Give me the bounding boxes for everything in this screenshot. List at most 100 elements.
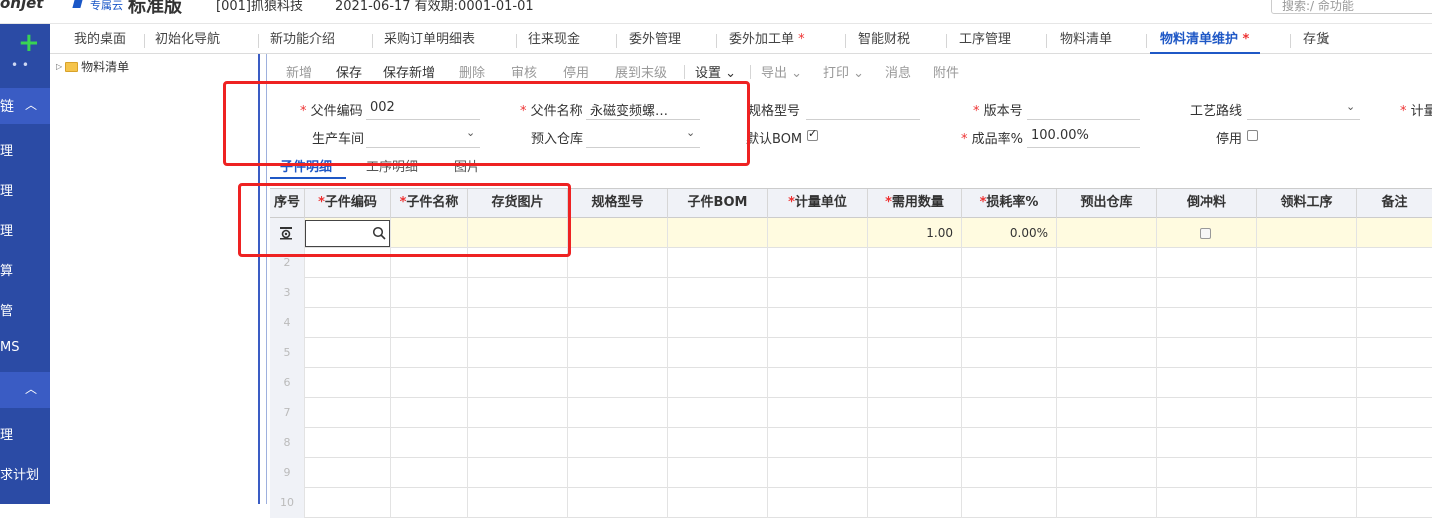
- row-settings-cell[interactable]: [270, 218, 305, 248]
- grid-cell[interactable]: [962, 338, 1057, 368]
- grid-cell[interactable]: [568, 488, 668, 518]
- tab-init-guide[interactable]: 初始化导航: [155, 24, 220, 54]
- sidebar-item[interactable]: 理: [0, 220, 13, 239]
- grid-cell[interactable]: [468, 458, 568, 488]
- grid-cell[interactable]: [1357, 488, 1432, 518]
- plus-icon[interactable]: +: [18, 30, 40, 56]
- grid-cell[interactable]: [1157, 488, 1257, 518]
- default-bom-checkbox[interactable]: [807, 127, 818, 141]
- tab-bom[interactable]: 物料清单: [1060, 24, 1112, 54]
- chevron-down-icon[interactable]: ⌄: [466, 126, 475, 139]
- tab-outsourcing-order[interactable]: 委外加工单 *: [729, 24, 805, 54]
- grid-cell[interactable]: [391, 338, 468, 368]
- sidebar-item[interactable]: 理: [0, 140, 13, 159]
- table-row[interactable]: 8: [270, 428, 1432, 458]
- disabled-checkbox[interactable]: [1247, 130, 1258, 141]
- grid-cell[interactable]: [468, 338, 568, 368]
- table-row[interactable]: 4: [270, 308, 1432, 338]
- audit-button[interactable]: 审核: [511, 62, 537, 81]
- grid-cell[interactable]: [568, 308, 668, 338]
- subtab-process-detail[interactable]: 工序明细: [366, 156, 418, 175]
- grid-cell[interactable]: [391, 488, 468, 518]
- gear-icon[interactable]: [279, 226, 293, 240]
- print-button[interactable]: 打印 ⌄: [823, 62, 864, 81]
- function-search-input[interactable]: 搜索:/ 命功能: [1271, 0, 1432, 14]
- subtab-child-detail[interactable]: 子件明细: [280, 156, 332, 175]
- sidebar-group-1[interactable]: 链 ︿: [0, 88, 50, 124]
- delete-button[interactable]: 删除: [459, 62, 485, 81]
- grid-cell[interactable]: [868, 368, 962, 398]
- grid-cell[interactable]: [391, 398, 468, 428]
- parent-name-field[interactable]: 永磁变频螺…: [590, 100, 668, 119]
- grid-cell[interactable]: [391, 308, 468, 338]
- grid-cell[interactable]: [668, 368, 768, 398]
- grid-cell[interactable]: [868, 458, 962, 488]
- subtab-image[interactable]: 图片: [454, 156, 480, 175]
- remark-cell[interactable]: [1357, 218, 1432, 248]
- grid-cell[interactable]: [868, 488, 962, 518]
- grid-cell[interactable]: [962, 308, 1057, 338]
- message-button[interactable]: 消息: [885, 62, 911, 81]
- grid-cell[interactable]: [305, 278, 391, 308]
- grid-cell[interactable]: [568, 278, 668, 308]
- grid-cell[interactable]: [1057, 488, 1157, 518]
- grid-cell[interactable]: [668, 458, 768, 488]
- grid-cell[interactable]: [768, 458, 868, 488]
- grid-cell[interactable]: [768, 278, 868, 308]
- route-select[interactable]: [1247, 119, 1360, 120]
- grid-cell[interactable]: [1157, 398, 1257, 428]
- out-warehouse-cell[interactable]: [1057, 218, 1157, 248]
- grid-cell[interactable]: [1357, 308, 1432, 338]
- attachment-button[interactable]: 附件: [933, 62, 959, 81]
- grid-cell[interactable]: [1057, 458, 1157, 488]
- settings-button[interactable]: 设置 ⌄: [695, 62, 736, 81]
- grid-cell[interactable]: [868, 308, 962, 338]
- tab-process-management[interactable]: 工序管理: [959, 24, 1011, 54]
- grid-cell[interactable]: [868, 338, 962, 368]
- tab-smart-tax[interactable]: 智能财税: [858, 24, 910, 54]
- child-name-cell[interactable]: [391, 218, 468, 248]
- grid-cell[interactable]: [468, 368, 568, 398]
- grid-cell[interactable]: [1357, 278, 1432, 308]
- yield-field[interactable]: 100.00%: [1031, 128, 1089, 143]
- grid-cell[interactable]: [1257, 368, 1357, 398]
- grid-cell[interactable]: [1057, 248, 1157, 278]
- sidebar-item[interactable]: 管: [0, 300, 13, 319]
- tab-outsourcing[interactable]: 委外管理: [629, 24, 681, 54]
- grid-cell[interactable]: [468, 488, 568, 518]
- grid-cell[interactable]: [1257, 398, 1357, 428]
- panel-splitter[interactable]: [258, 54, 267, 504]
- grid-cell[interactable]: [305, 368, 391, 398]
- grid-cell[interactable]: [1157, 278, 1257, 308]
- grid-cell[interactable]: [568, 368, 668, 398]
- warehouse-select[interactable]: [586, 147, 700, 148]
- grid-cell[interactable]: [668, 248, 768, 278]
- save-button[interactable]: 保存: [336, 62, 362, 81]
- tab-new-features[interactable]: 新功能介绍: [270, 24, 335, 54]
- grid-cell[interactable]: [305, 338, 391, 368]
- grid-cell[interactable]: [962, 398, 1057, 428]
- grid-cell[interactable]: [1057, 338, 1157, 368]
- grid-cell[interactable]: [305, 458, 391, 488]
- grid-cell[interactable]: [468, 398, 568, 428]
- grid-cell[interactable]: [1057, 308, 1157, 338]
- grid-cell[interactable]: [1157, 458, 1257, 488]
- grid-cell[interactable]: [1357, 398, 1432, 428]
- grid-cell[interactable]: [768, 338, 868, 368]
- child-code-input[interactable]: [305, 220, 390, 247]
- table-row[interactable]: 2: [270, 248, 1432, 278]
- grid-cell[interactable]: [962, 458, 1057, 488]
- grid-cell[interactable]: [668, 488, 768, 518]
- grid-cell[interactable]: [962, 278, 1057, 308]
- version-field[interactable]: [1027, 119, 1140, 120]
- grid-cell[interactable]: [1257, 488, 1357, 518]
- grid-cell[interactable]: [768, 398, 868, 428]
- spec-field[interactable]: [806, 119, 920, 120]
- grid-cell[interactable]: [962, 428, 1057, 458]
- grid-cell[interactable]: [668, 398, 768, 428]
- grid-cell[interactable]: [1157, 428, 1257, 458]
- grid-cell[interactable]: [1357, 338, 1432, 368]
- grid-cell[interactable]: [468, 248, 568, 278]
- grid-cell[interactable]: [668, 278, 768, 308]
- search-icon[interactable]: [372, 226, 386, 240]
